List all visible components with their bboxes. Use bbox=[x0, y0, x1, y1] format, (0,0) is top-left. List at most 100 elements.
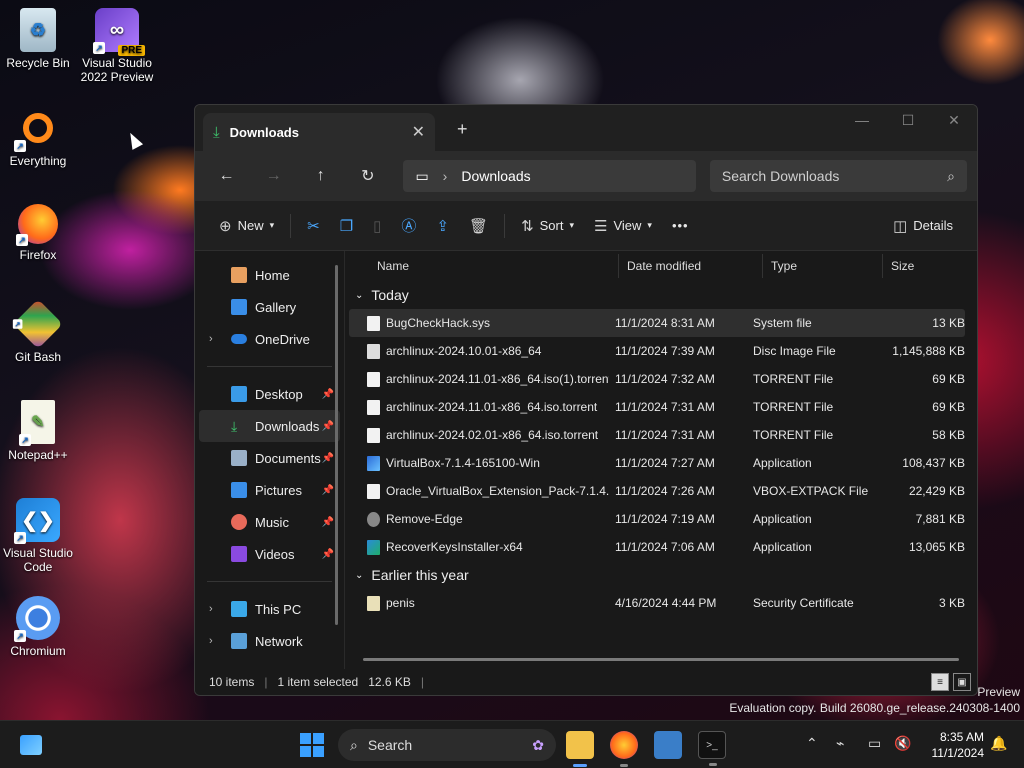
details-pane-button[interactable]: ◫ Details bbox=[883, 210, 963, 242]
file-type: Security Certificate bbox=[753, 596, 854, 610]
watermark-line: Preview bbox=[977, 685, 1020, 699]
sidebar-item-documents[interactable]: Documents 📌 bbox=[199, 442, 340, 474]
table-row[interactable]: Oracle_VirtualBox_Extension_Pack-7.1.4.v… bbox=[349, 477, 965, 505]
back-button[interactable]: ← bbox=[205, 160, 248, 192]
plus-circle-icon: ⊕ bbox=[219, 217, 232, 235]
desktop-icon-firefox[interactable]: ↗ Firefox bbox=[0, 204, 76, 262]
chevron-right-icon[interactable]: › bbox=[209, 603, 213, 615]
table-row[interactable]: penis 4/16/2024 4:44 PM Security Certifi… bbox=[349, 589, 965, 617]
pin-icon[interactable]: 📌 bbox=[322, 485, 334, 496]
more-options-button[interactable]: ••• bbox=[662, 210, 699, 242]
file-date: 11/1/2024 7:31 AM bbox=[615, 428, 715, 442]
column-header-type[interactable]: Type bbox=[763, 254, 883, 278]
sidebar-item-gallery[interactable]: Gallery bbox=[199, 291, 340, 323]
pin-icon[interactable]: 📌 bbox=[322, 389, 334, 400]
visual-studio-icon: ∞ PRE ↗ bbox=[93, 8, 145, 56]
sidebar-scrollbar[interactable] bbox=[335, 265, 338, 625]
taskbar-file-explorer[interactable] bbox=[566, 731, 594, 767]
desktop-icon-visual-studio-code[interactable]: ❮❯ ↗ Visual Studio Code bbox=[0, 498, 76, 574]
maximize-button[interactable]: ☐ bbox=[885, 105, 931, 135]
pin-icon[interactable]: 📌 bbox=[322, 549, 334, 560]
desktop-icon-recycle-bin[interactable]: ♻ Recycle Bin bbox=[0, 8, 76, 70]
desktop-icon-label: Recycle Bin bbox=[6, 56, 70, 70]
chevron-right-icon[interactable]: › bbox=[209, 635, 213, 647]
refresh-button[interactable]: ↻ bbox=[346, 160, 389, 192]
address-bar[interactable]: ▭ › Downloads bbox=[403, 160, 696, 192]
sidebar-item-desktop[interactable]: Desktop 📌 bbox=[199, 378, 340, 410]
taskbar-search[interactable]: ⌕ Search ✿ bbox=[338, 729, 556, 761]
paste-button[interactable]: ▯ bbox=[363, 210, 391, 242]
table-row[interactable]: Remove-Edge 11/1/2024 7:19 AM Applicatio… bbox=[349, 505, 965, 533]
table-row[interactable]: RecoverKeysInstaller-x64 11/1/2024 7:06 … bbox=[349, 533, 965, 561]
table-row[interactable]: archlinux-2024.02.01-x86_64.iso.torrent … bbox=[349, 421, 965, 449]
network-off-icon[interactable]: ⌁ bbox=[836, 735, 844, 752]
sidebar-item-downloads[interactable]: ⤓ Downloads 📌 bbox=[199, 410, 340, 442]
file-date: 11/1/2024 7:32 AM bbox=[615, 372, 715, 386]
new-tab-button[interactable]: + bbox=[457, 119, 468, 140]
group-header-today[interactable]: ⌄ Today bbox=[349, 281, 977, 309]
close-tab-icon[interactable]: ✕ bbox=[412, 122, 425, 142]
file-name: VirtualBox-7.1.4-165100-Win bbox=[386, 456, 540, 470]
sort-button[interactable]: ⇅ Sort ▾ bbox=[511, 210, 584, 242]
sidebar-item-home[interactable]: Home bbox=[199, 259, 340, 291]
desktop-icon-notepad-plus-plus[interactable]: ✎ ↗ Notepad++ bbox=[0, 400, 76, 462]
horizontal-scrollbar[interactable] bbox=[363, 658, 959, 661]
address-segment[interactable]: Downloads bbox=[461, 168, 530, 184]
taskbar-terminal[interactable]: >_ bbox=[698, 731, 726, 766]
desktop-icon-visual-studio-2022-preview[interactable]: ∞ PRE ↗ Visual Studio 2022 Preview bbox=[79, 8, 155, 84]
sidebar-item-music[interactable]: Music 📌 bbox=[199, 506, 340, 538]
search-input[interactable]: Search Downloads ⌕ bbox=[709, 160, 968, 192]
system-file-icon bbox=[367, 315, 380, 331]
table-row[interactable]: VirtualBox-7.1.4-165100-Win 11/1/2024 7:… bbox=[349, 449, 965, 477]
notification-bell-icon[interactable]: 🔔 bbox=[990, 735, 1007, 752]
sidebar-item-videos[interactable]: Videos 📌 bbox=[199, 538, 340, 570]
running-indicator bbox=[620, 764, 628, 767]
column-header-size[interactable]: Size bbox=[883, 254, 965, 278]
desktop-icon-chromium[interactable]: ↗ Chromium bbox=[0, 596, 76, 658]
desktop-icon-git-bash[interactable]: ↗ Git Bash bbox=[0, 299, 76, 364]
forward-button[interactable]: → bbox=[252, 160, 295, 192]
table-row[interactable]: BugCheckHack.sys 11/1/2024 8:31 AM Syste… bbox=[349, 309, 965, 337]
table-row[interactable]: archlinux-2024.10.01-x86_64 11/1/2024 7:… bbox=[349, 337, 965, 365]
desktop-icon-everything[interactable]: ↗ Everything bbox=[0, 106, 76, 168]
file-name: archlinux-2024.11.01-x86_64.iso(1).torre… bbox=[386, 372, 609, 386]
tab-downloads[interactable]: ⤓ Downloads ✕ bbox=[203, 113, 435, 151]
rename-button[interactable]: Ⓐ bbox=[391, 210, 426, 242]
sidebar-item-label: Network bbox=[255, 633, 303, 649]
pin-icon[interactable]: 📌 bbox=[322, 453, 334, 464]
system-clock[interactable]: 8:35 AM 11/1/2024 bbox=[922, 729, 985, 761]
volume-muted-icon[interactable]: 🔇 bbox=[894, 735, 911, 752]
sidebar-item-network[interactable]: › Network bbox=[199, 625, 340, 657]
group-header-earlier-this-year[interactable]: ⌄ Earlier this year bbox=[349, 561, 977, 589]
new-button[interactable]: ⊕ New ▾ bbox=[209, 210, 284, 242]
widgets-icon[interactable] bbox=[20, 735, 42, 755]
table-row[interactable]: archlinux-2024.11.01-x86_64.iso(1).torre… bbox=[349, 365, 965, 393]
pin-icon[interactable]: 📌 bbox=[322, 421, 334, 432]
table-row[interactable]: archlinux-2024.11.01-x86_64.iso.torrent … bbox=[349, 393, 965, 421]
sidebar-item-this-pc[interactable]: › This PC bbox=[199, 593, 340, 625]
close-window-button[interactable]: ✕ bbox=[931, 105, 977, 135]
start-button[interactable] bbox=[300, 733, 324, 757]
sort-arrows-icon: ⇅ bbox=[521, 217, 534, 235]
copy-button[interactable]: ❐ bbox=[330, 210, 363, 242]
display-icon[interactable]: ▭ bbox=[868, 735, 881, 752]
chevron-right-icon: › bbox=[442, 168, 448, 184]
sidebar-divider bbox=[207, 581, 332, 582]
share-button[interactable]: ⇪ bbox=[426, 210, 459, 242]
file-type: System file bbox=[753, 316, 812, 330]
chevron-up-icon[interactable]: ⌃ bbox=[806, 735, 818, 752]
pin-icon[interactable]: 📌 bbox=[322, 517, 334, 528]
view-button[interactable]: ☰ View ▾ bbox=[584, 210, 662, 242]
sidebar-item-pictures[interactable]: Pictures 📌 bbox=[199, 474, 340, 506]
minimize-button[interactable]: — bbox=[839, 105, 885, 135]
cut-button[interactable]: ✂ bbox=[297, 210, 330, 242]
sidebar-item-onedrive[interactable]: › OneDrive bbox=[199, 323, 340, 355]
selected-count: 1 item selected bbox=[277, 675, 359, 689]
delete-button[interactable]: 🗑 bbox=[459, 210, 498, 242]
taskbar-app-network-tool[interactable] bbox=[654, 731, 682, 759]
up-button[interactable]: ↑ bbox=[299, 160, 342, 192]
chevron-right-icon[interactable]: › bbox=[209, 333, 213, 345]
column-header-name[interactable]: Name bbox=[349, 254, 619, 278]
taskbar-firefox[interactable] bbox=[610, 731, 638, 767]
column-header-date-modified[interactable]: Date modified bbox=[619, 254, 763, 278]
